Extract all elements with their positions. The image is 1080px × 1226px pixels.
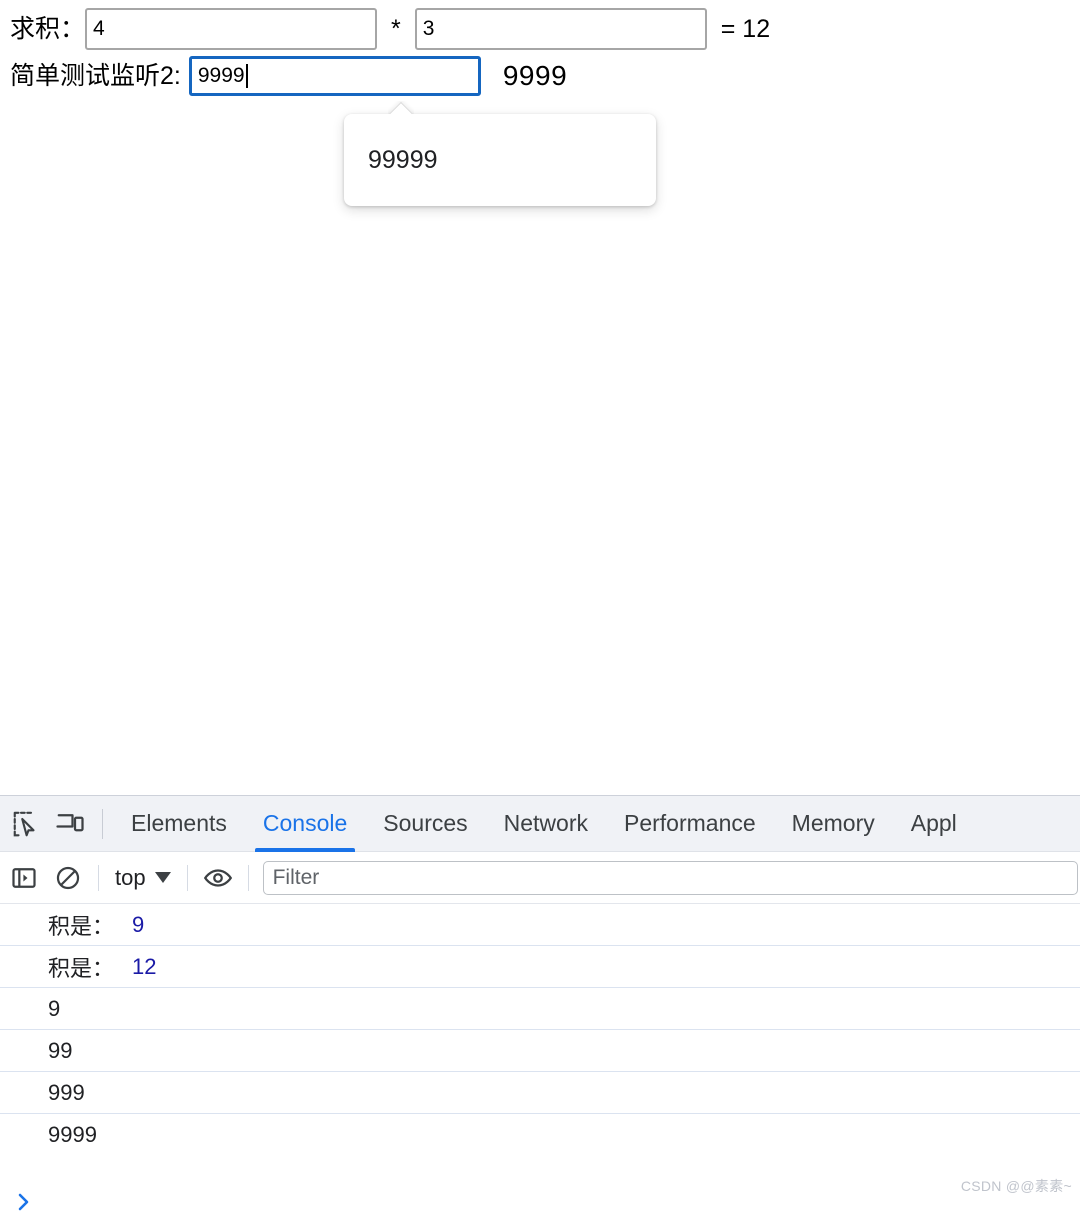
console-message-row[interactable]: 999 xyxy=(0,1072,1080,1114)
console-input-prompt[interactable] xyxy=(0,1182,1080,1226)
devtools-panel: Elements Console Sources Network Perform… xyxy=(0,795,1080,1226)
console-message-value: 9 xyxy=(132,911,145,937)
console-sidebar-icon[interactable] xyxy=(2,856,46,900)
console-message-row[interactable]: 积是： 9 xyxy=(0,904,1080,946)
console-message-label: 9999 xyxy=(48,1122,97,1147)
product-form-row: 求积： * = 12 xyxy=(10,8,770,50)
listener-form-row: 简单测试监听2: 9999 9999 xyxy=(10,56,567,96)
devtools-tab-bar: Elements Console Sources Network Perform… xyxy=(0,796,1080,852)
console-message-row[interactable]: 9 xyxy=(0,988,1080,1030)
listener-label: 简单测试监听2: xyxy=(10,62,181,90)
autocomplete-dropdown[interactable]: 99999 xyxy=(344,114,656,206)
autocomplete-option[interactable]: 99999 xyxy=(368,146,438,174)
execution-context-label: top xyxy=(115,864,146,890)
console-message-row[interactable]: 99 xyxy=(0,1030,1080,1072)
execution-context-selector[interactable]: top xyxy=(107,860,179,896)
toolbar-divider xyxy=(102,808,103,839)
popup-arrow-icon xyxy=(388,101,414,114)
listener-input-value: 9999 xyxy=(197,64,245,87)
console-message-label: 99 xyxy=(48,1037,73,1063)
product-label: 求积： xyxy=(10,15,86,43)
chevron-down-icon xyxy=(154,872,171,883)
console-message-list: 积是： 9 积是： 12 9 99 999 9999 xyxy=(0,904,1080,1156)
live-expression-eye-icon[interactable] xyxy=(196,856,240,900)
console-message-label: 999 xyxy=(48,1079,85,1105)
multiply-operator: * xyxy=(391,14,401,43)
web-page-content: 求积： * = 12 简单测试监听2: 9999 9999 99999 xyxy=(0,0,1080,795)
device-toolbar-icon[interactable] xyxy=(48,802,92,846)
console-filter-input[interactable] xyxy=(262,860,1078,895)
console-toolbar-divider-3 xyxy=(247,864,249,891)
console-toolbar: top xyxy=(0,852,1080,904)
console-toolbar-divider-2 xyxy=(186,864,188,891)
multiplicand-input[interactable] xyxy=(85,8,378,50)
console-message-value: 12 xyxy=(132,953,157,979)
console-message-row[interactable]: 积是： 12 xyxy=(0,946,1080,988)
listener-echo-value: 9999 xyxy=(502,60,568,91)
inspect-element-icon[interactable] xyxy=(4,802,48,846)
console-message-label: 积是： xyxy=(48,955,115,981)
console-message-label: 9 xyxy=(48,995,61,1021)
tab-application[interactable]: Appl xyxy=(893,796,975,852)
listener-input[interactable]: 9999 xyxy=(188,56,481,96)
tab-performance[interactable]: Performance xyxy=(606,796,774,852)
tab-console[interactable]: Console xyxy=(245,796,365,852)
tab-memory[interactable]: Memory xyxy=(774,796,893,852)
tab-elements[interactable]: Elements xyxy=(113,796,245,852)
console-message-label: 积是： xyxy=(48,913,115,939)
console-message-row[interactable]: 9999 xyxy=(0,1114,1080,1156)
product-result: = 12 xyxy=(720,14,771,43)
tab-sources[interactable]: Sources xyxy=(365,796,485,852)
clear-console-icon[interactable] xyxy=(46,856,90,900)
watermark: CSDN @@素素~ xyxy=(960,1178,1072,1194)
tab-network[interactable]: Network xyxy=(486,796,606,852)
text-caret xyxy=(245,64,248,88)
multiplier-input[interactable] xyxy=(414,8,707,50)
prompt-chevron-icon xyxy=(16,1191,34,1218)
console-toolbar-divider-1 xyxy=(98,864,99,891)
